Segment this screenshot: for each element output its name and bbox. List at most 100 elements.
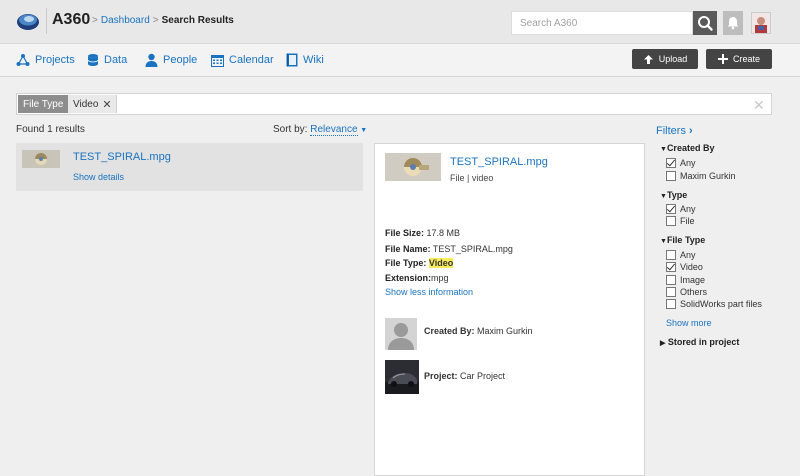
file-size-value: 17.8 MB bbox=[426, 228, 461, 238]
filter-option-label: Any bbox=[680, 204, 696, 214]
search-box bbox=[511, 11, 698, 35]
filter-option[interactable]: Any bbox=[666, 250, 696, 260]
person-icon bbox=[145, 53, 158, 67]
result-file-name-link[interactable]: TEST_SPIRAL.mpg bbox=[73, 151, 171, 163]
checkbox[interactable] bbox=[666, 171, 676, 181]
plus-icon bbox=[717, 54, 728, 64]
create-button[interactable]: Create bbox=[706, 49, 772, 69]
a360-logo-icon[interactable] bbox=[16, 9, 40, 33]
filter-chip-key: File Type bbox=[18, 95, 69, 113]
project: Project: Car Project bbox=[424, 371, 505, 381]
upload-button[interactable]: Upload bbox=[632, 49, 698, 69]
caret-down-icon: ▼ bbox=[660, 193, 667, 200]
detail-thumbnail[interactable] bbox=[385, 153, 441, 181]
creator-avatar bbox=[385, 318, 417, 350]
filter-option-label: Maxim Gurkin bbox=[680, 171, 736, 181]
nav-people-label: People bbox=[163, 54, 198, 66]
projects-icon bbox=[16, 54, 30, 66]
chevron-right-icon: › bbox=[689, 125, 693, 137]
file-size-row: File Size: 17.8 MB bbox=[385, 228, 460, 238]
project-label: Project: bbox=[424, 371, 458, 381]
result-list-item[interactable] bbox=[16, 143, 363, 191]
nav-calendar[interactable]: Calendar bbox=[211, 53, 274, 67]
breadcrumb: > Dashboard > Search Results bbox=[89, 15, 234, 26]
checkbox[interactable] bbox=[666, 204, 676, 214]
remove-filter-close-icon[interactable]: ✕ bbox=[102, 98, 111, 111]
filter-option[interactable]: Any bbox=[666, 158, 696, 168]
detail-file-name-link[interactable]: TEST_SPIRAL.mpg bbox=[450, 156, 548, 168]
nav-projects-label: Projects bbox=[35, 54, 75, 66]
checkbox[interactable] bbox=[666, 275, 676, 285]
search-input[interactable] bbox=[512, 12, 698, 34]
filter-group-stored-in-project[interactable]: ▶ Stored in project bbox=[660, 337, 739, 347]
database-icon bbox=[87, 54, 99, 66]
filter-option-label: Any bbox=[680, 158, 696, 168]
nav-projects[interactable]: Projects bbox=[16, 53, 75, 67]
filter-group-title: Type bbox=[666, 190, 688, 200]
filter-group-title: Stored in project bbox=[667, 337, 740, 347]
checkbox[interactable] bbox=[666, 299, 676, 309]
bell-icon bbox=[727, 17, 739, 30]
extension-label: Extension: bbox=[385, 273, 432, 283]
app-title: A360 bbox=[52, 11, 91, 28]
nav-calendar-label: Calendar bbox=[229, 54, 274, 66]
active-filter-bar[interactable] bbox=[16, 93, 772, 115]
checkbox[interactable] bbox=[666, 287, 676, 297]
arrow-up-icon bbox=[643, 54, 653, 64]
show-less-information-link[interactable]: Show less information bbox=[385, 287, 473, 297]
checkbox[interactable] bbox=[666, 262, 676, 272]
nav-data[interactable]: Data bbox=[87, 53, 127, 67]
filter-option-label: Any bbox=[680, 250, 696, 260]
user-avatar[interactable] bbox=[751, 12, 771, 34]
show-details-link[interactable]: Show details bbox=[73, 172, 124, 182]
results-count: Found 1 results bbox=[16, 124, 85, 135]
checkbox[interactable] bbox=[666, 216, 676, 226]
sort-dropdown[interactable]: Relevance bbox=[310, 124, 358, 136]
detail-panel bbox=[374, 143, 645, 476]
clear-filters-close-icon[interactable]: ✕ bbox=[753, 97, 765, 114]
created-by-value: Maxim Gurkin bbox=[477, 326, 533, 336]
upload-button-label: Upload bbox=[658, 54, 688, 64]
file-type-value-highlight: Video bbox=[428, 258, 454, 268]
nav-people[interactable]: People bbox=[145, 53, 197, 67]
filter-option[interactable]: Image bbox=[666, 275, 705, 285]
nav-wiki-label: Wiki bbox=[303, 54, 324, 66]
filter-group-type[interactable]: ▼Type bbox=[660, 190, 687, 200]
caret-down-icon: ▼ bbox=[360, 127, 368, 134]
file-size-label: File Size: bbox=[385, 228, 425, 238]
filter-group-file-type[interactable]: ▼File Type bbox=[660, 235, 705, 245]
checkbox[interactable] bbox=[666, 158, 676, 168]
filter-group-created-by[interactable]: ▼Created By bbox=[660, 143, 714, 153]
file-name-label: File Name: bbox=[385, 244, 431, 254]
breadcrumb-dashboard-link[interactable]: Dashboard bbox=[101, 15, 150, 26]
sort-label: Sort by: bbox=[273, 124, 308, 135]
filter-option[interactable]: Others bbox=[666, 287, 707, 297]
filter-chip-value-label: Video bbox=[73, 98, 99, 110]
filter-option[interactable]: Maxim Gurkin bbox=[666, 171, 736, 181]
detail-file-type-line: File | video bbox=[450, 173, 494, 183]
filter-option-label: SolidWorks part files bbox=[680, 299, 762, 309]
search-button[interactable] bbox=[693, 11, 717, 35]
filter-option[interactable]: File bbox=[666, 216, 695, 226]
filter-group-title: Created By bbox=[666, 143, 715, 153]
filter-option[interactable]: Video bbox=[666, 262, 703, 272]
filter-option[interactable]: Any bbox=[666, 204, 696, 214]
filters-toggle[interactable]: Filters › bbox=[656, 125, 693, 137]
project-thumbnail[interactable] bbox=[385, 360, 419, 394]
filters-title: Filters bbox=[656, 125, 686, 137]
nav-wiki[interactable]: Wiki bbox=[286, 53, 324, 67]
show-more-link[interactable]: Show more bbox=[666, 318, 712, 328]
created-by: Created By: Maxim Gurkin bbox=[424, 326, 533, 336]
breadcrumb-current: Search Results bbox=[161, 15, 234, 26]
avatar-icon bbox=[752, 13, 770, 33]
checkbox[interactable] bbox=[666, 250, 676, 260]
breadcrumb-separator: > bbox=[152, 15, 159, 26]
notifications-button[interactable] bbox=[723, 11, 743, 35]
filter-option-label: Image bbox=[680, 275, 706, 285]
filter-group-title: File Type bbox=[666, 235, 706, 245]
sort-control[interactable]: Sort by: Relevance ▼ bbox=[273, 124, 368, 136]
created-by-label: Created By: bbox=[424, 326, 475, 336]
result-thumbnail[interactable] bbox=[22, 150, 60, 168]
filter-chip-value: Video ✕ bbox=[68, 95, 117, 113]
filter-option[interactable]: SolidWorks part files bbox=[666, 299, 762, 309]
